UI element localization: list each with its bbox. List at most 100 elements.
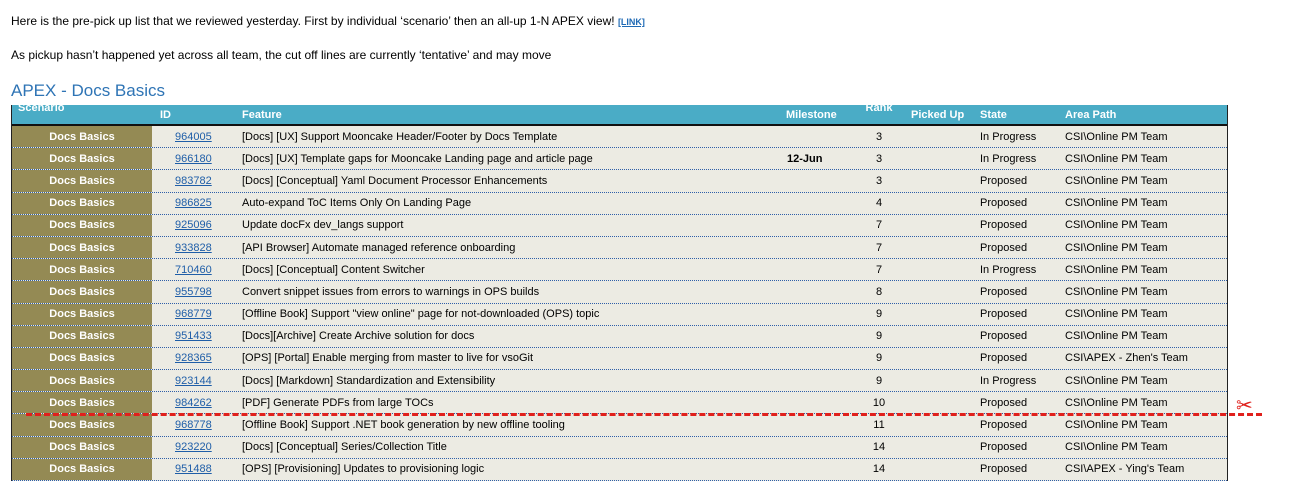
state-cell: Proposed (980, 330, 1028, 343)
scenario-cell: Docs Basics (12, 259, 152, 281)
table-row: Docs Basics 986825 Auto-expand ToC Items O… (12, 192, 1227, 215)
header-area-path: Area Path (1065, 109, 1117, 121)
rank-cell: 9 (875, 330, 883, 343)
area-path-cell: CSI\Online PM Team (1065, 152, 1168, 165)
rank-cell: 8 (875, 285, 883, 298)
id-cell: 984262 (175, 397, 212, 409)
rank-cell: 11 (873, 419, 885, 432)
header-milestone: Milestone (786, 109, 837, 121)
scenario-cell: Docs Basics (12, 170, 152, 192)
rank-cell: 3 (875, 130, 883, 143)
state-cell: Proposed (980, 197, 1028, 210)
scenario-cell: Docs Basics (12, 370, 152, 392)
table-row: Docs Basics 964005 [Docs] [UX] Support Moo… (12, 126, 1227, 149)
feature-cell: [OPS] [Provisioning] Updates to provisio… (242, 463, 485, 476)
header-scenario: Scenario (18, 102, 65, 114)
area-path-cell: CSI\Online PM Team (1065, 419, 1168, 432)
feature-cell: [Docs] [Conceptual] Series/Collection Ti… (242, 441, 447, 454)
scenario-cell: Docs Basics (12, 347, 152, 370)
area-path-cell: CSI\Online PM Team (1065, 330, 1168, 343)
work-item-link[interactable]: 984262 (175, 397, 212, 409)
id-cell: 968779 (175, 308, 212, 320)
feature-cell: [Docs][Archive] Create Archive solution … (242, 330, 475, 343)
header-picked-up: Picked Up (911, 109, 965, 121)
rank-cell: 3 (875, 174, 883, 187)
header-rank: Rank (865, 102, 893, 114)
work-item-link[interactable]: 951433 (175, 330, 212, 342)
work-item-link[interactable]: 964005 (175, 131, 212, 143)
id-cell: 928365 (175, 352, 212, 364)
feature-cell: [Docs] [Markdown] Standardization and Ex… (242, 374, 496, 387)
feature-cell: [PDF] Generate PDFs from large TOCs (242, 396, 434, 409)
work-item-link[interactable]: 923144 (175, 375, 212, 387)
table-header-row: Scenario ID Feature Milestone Rank Picke… (12, 102, 1227, 126)
work-item-link[interactable]: 955798 (175, 286, 212, 298)
table-row: Docs Basics 983782 [Docs] [Conceptual] Yam… (12, 170, 1227, 193)
scenario-cell: Docs Basics (12, 436, 152, 458)
area-path-cell: CSI\Online PM Team (1065, 263, 1168, 276)
id-cell: 964005 (175, 131, 212, 143)
milestone-cell: 12-Jun (787, 152, 823, 165)
id-cell: 951488 (175, 463, 212, 475)
id-cell: 955798 (175, 286, 212, 298)
area-path-cell: CSI\Online PM Team (1065, 130, 1168, 143)
work-item-link[interactable]: 983782 (175, 175, 212, 187)
state-cell: In Progress (980, 374, 1037, 387)
area-path-cell: CSI\Online PM Team (1065, 396, 1168, 409)
id-cell: 710460 (175, 264, 212, 276)
table-row: Docs Basics 923144 [Docs] [Markdown] Stand… (12, 370, 1227, 393)
scenario-cell: Docs Basics (12, 214, 152, 236)
id-cell: 986825 (175, 197, 212, 209)
scenario-cell: Docs Basics (12, 414, 152, 436)
state-cell: Proposed (980, 308, 1028, 321)
work-item-link[interactable]: 710460 (175, 264, 212, 276)
feature-cell: Auto-expand ToC Items Only On Landing Pa… (242, 197, 472, 210)
state-cell: In Progress (980, 152, 1037, 165)
work-item-link[interactable]: 968778 (175, 419, 212, 431)
state-cell: Proposed (980, 441, 1028, 454)
rank-cell: 7 (875, 241, 883, 254)
work-item-link[interactable]: 951488 (175, 463, 212, 475)
table-row: Docs Basics 928365 [OPS] [Portal] Enable m… (12, 347, 1227, 371)
rank-cell: 9 (875, 308, 883, 321)
scenario-cell: Docs Basics (12, 281, 152, 303)
state-cell: Proposed (980, 241, 1028, 254)
link-button[interactable]: [LINK] (618, 17, 645, 27)
rank-cell: 9 (875, 352, 883, 365)
area-path-cell: CSI\Online PM Team (1065, 441, 1168, 454)
rank-cell: 3 (875, 152, 883, 165)
id-cell: 951433 (175, 330, 212, 342)
work-item-link[interactable]: 928365 (175, 352, 212, 364)
state-cell: Proposed (980, 396, 1028, 409)
scenario-cell: Docs Basics (12, 325, 152, 347)
work-item-link[interactable]: 966180 (175, 153, 212, 165)
table-row: Docs Basics 951433 [Docs][Archive] Create … (12, 325, 1227, 348)
id-cell: 983782 (175, 175, 212, 187)
scenario-cell: Docs Basics (12, 192, 152, 214)
state-cell: In Progress (980, 263, 1037, 276)
scenario-cell: Docs Basics (12, 458, 152, 480)
header-state: State (980, 109, 1007, 121)
scenario-cell: Docs Basics (12, 392, 152, 414)
state-cell: Proposed (980, 174, 1028, 187)
scissors-icon: ✂ (1236, 393, 1253, 417)
feature-cell: [Docs] [UX] Support Mooncake Header/Foot… (242, 130, 558, 143)
scenario-cell: Docs Basics (12, 236, 152, 259)
work-item-link[interactable]: 986825 (175, 197, 212, 209)
intro-line-1: Here is the pre-pick up list that we rev… (11, 14, 645, 28)
id-cell: 933828 (175, 242, 212, 254)
table-row: Docs Basics 925096 Update docFx dev_langs … (12, 214, 1227, 237)
area-path-cell: CSI\Online PM Team (1065, 308, 1168, 321)
work-item-link[interactable]: 923220 (175, 441, 212, 453)
feature-cell: [Offline Book] Support .NET book generat… (242, 419, 565, 432)
section-title: APEX - Docs Basics (11, 81, 165, 100)
header-id: ID (160, 109, 171, 121)
rank-cell: 14 (872, 441, 886, 454)
work-item-link[interactable]: 933828 (175, 242, 212, 254)
work-item-link[interactable]: 925096 (175, 219, 212, 231)
area-path-cell: CSI\APEX - Zhen's Team (1065, 352, 1188, 365)
work-item-link[interactable]: 968779 (175, 308, 212, 320)
table-row: Docs Basics 984262 [PDF] Generate PDFs fro… (12, 392, 1227, 415)
table-row: Docs Basics 955798 Convert snippet issues … (12, 281, 1227, 304)
id-cell: 966180 (175, 153, 212, 165)
